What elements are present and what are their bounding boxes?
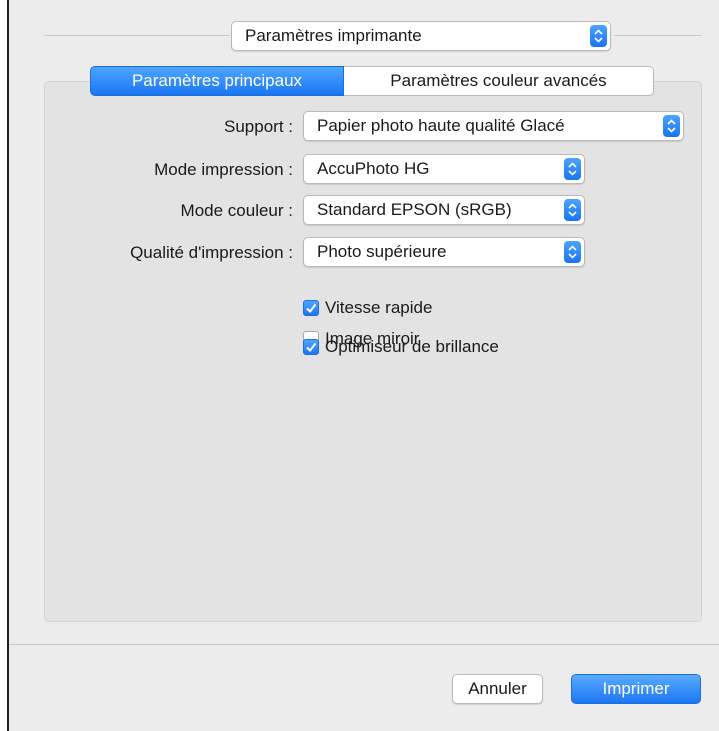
print-mode-popup-value: AccuPhoto HG (317, 159, 430, 178)
updown-chevron-icon (663, 115, 680, 137)
tab-main-settings[interactable]: Paramètres principaux (90, 66, 344, 96)
color-mode-popup-value: Standard EPSON (sRGB) (317, 200, 512, 219)
checkmark-icon (306, 303, 317, 314)
print-mode-popup[interactable]: AccuPhoto HG (303, 154, 585, 184)
support-popup[interactable]: Papier photo haute qualité Glacé (303, 111, 684, 141)
printer-settings-popup-value: Paramètres imprimante (245, 26, 422, 45)
high-speed-checkbox-row[interactable]: Vitesse rapide (303, 298, 432, 318)
print-mode-label: Mode impression : (154, 160, 293, 179)
updown-chevron-icon (564, 241, 581, 263)
print-button[interactable]: Imprimer (571, 674, 701, 704)
footer-separator (9, 644, 719, 645)
updown-chevron-icon (590, 25, 607, 47)
checkmark-icon (306, 342, 317, 353)
printer-settings-popup[interactable]: Paramètres imprimante (231, 21, 611, 51)
cancel-button[interactable]: Annuler (452, 674, 543, 704)
updown-chevron-icon (564, 199, 581, 221)
support-label: Support : (224, 117, 293, 136)
high-speed-checkbox[interactable] (303, 300, 319, 316)
print-quality-label: Qualité d'impression : (130, 243, 293, 262)
gloss-optimizer-label: Optimiseur de brillance (325, 337, 499, 356)
color-mode-label: Mode couleur : (180, 201, 293, 220)
print-quality-popup[interactable]: Photo supérieure (303, 237, 585, 267)
gloss-optimizer-checkbox[interactable] (303, 339, 319, 355)
print-quality-popup-value: Photo supérieure (317, 242, 447, 261)
header-separator-right (614, 35, 702, 36)
high-speed-label: Vitesse rapide (325, 298, 433, 317)
support-popup-value: Papier photo haute qualité Glacé (317, 116, 565, 135)
color-mode-popup[interactable]: Standard EPSON (sRGB) (303, 195, 585, 225)
gloss-optimizer-checkbox-final[interactable]: Optimiseur de brillance (303, 337, 499, 357)
updown-chevron-icon (564, 158, 581, 180)
tab-advanced-color-settings[interactable]: Paramètres couleur avancés (344, 66, 654, 96)
header-separator-left (44, 35, 230, 36)
tab-bar: Paramètres principaux Paramètres couleur… (90, 66, 654, 96)
